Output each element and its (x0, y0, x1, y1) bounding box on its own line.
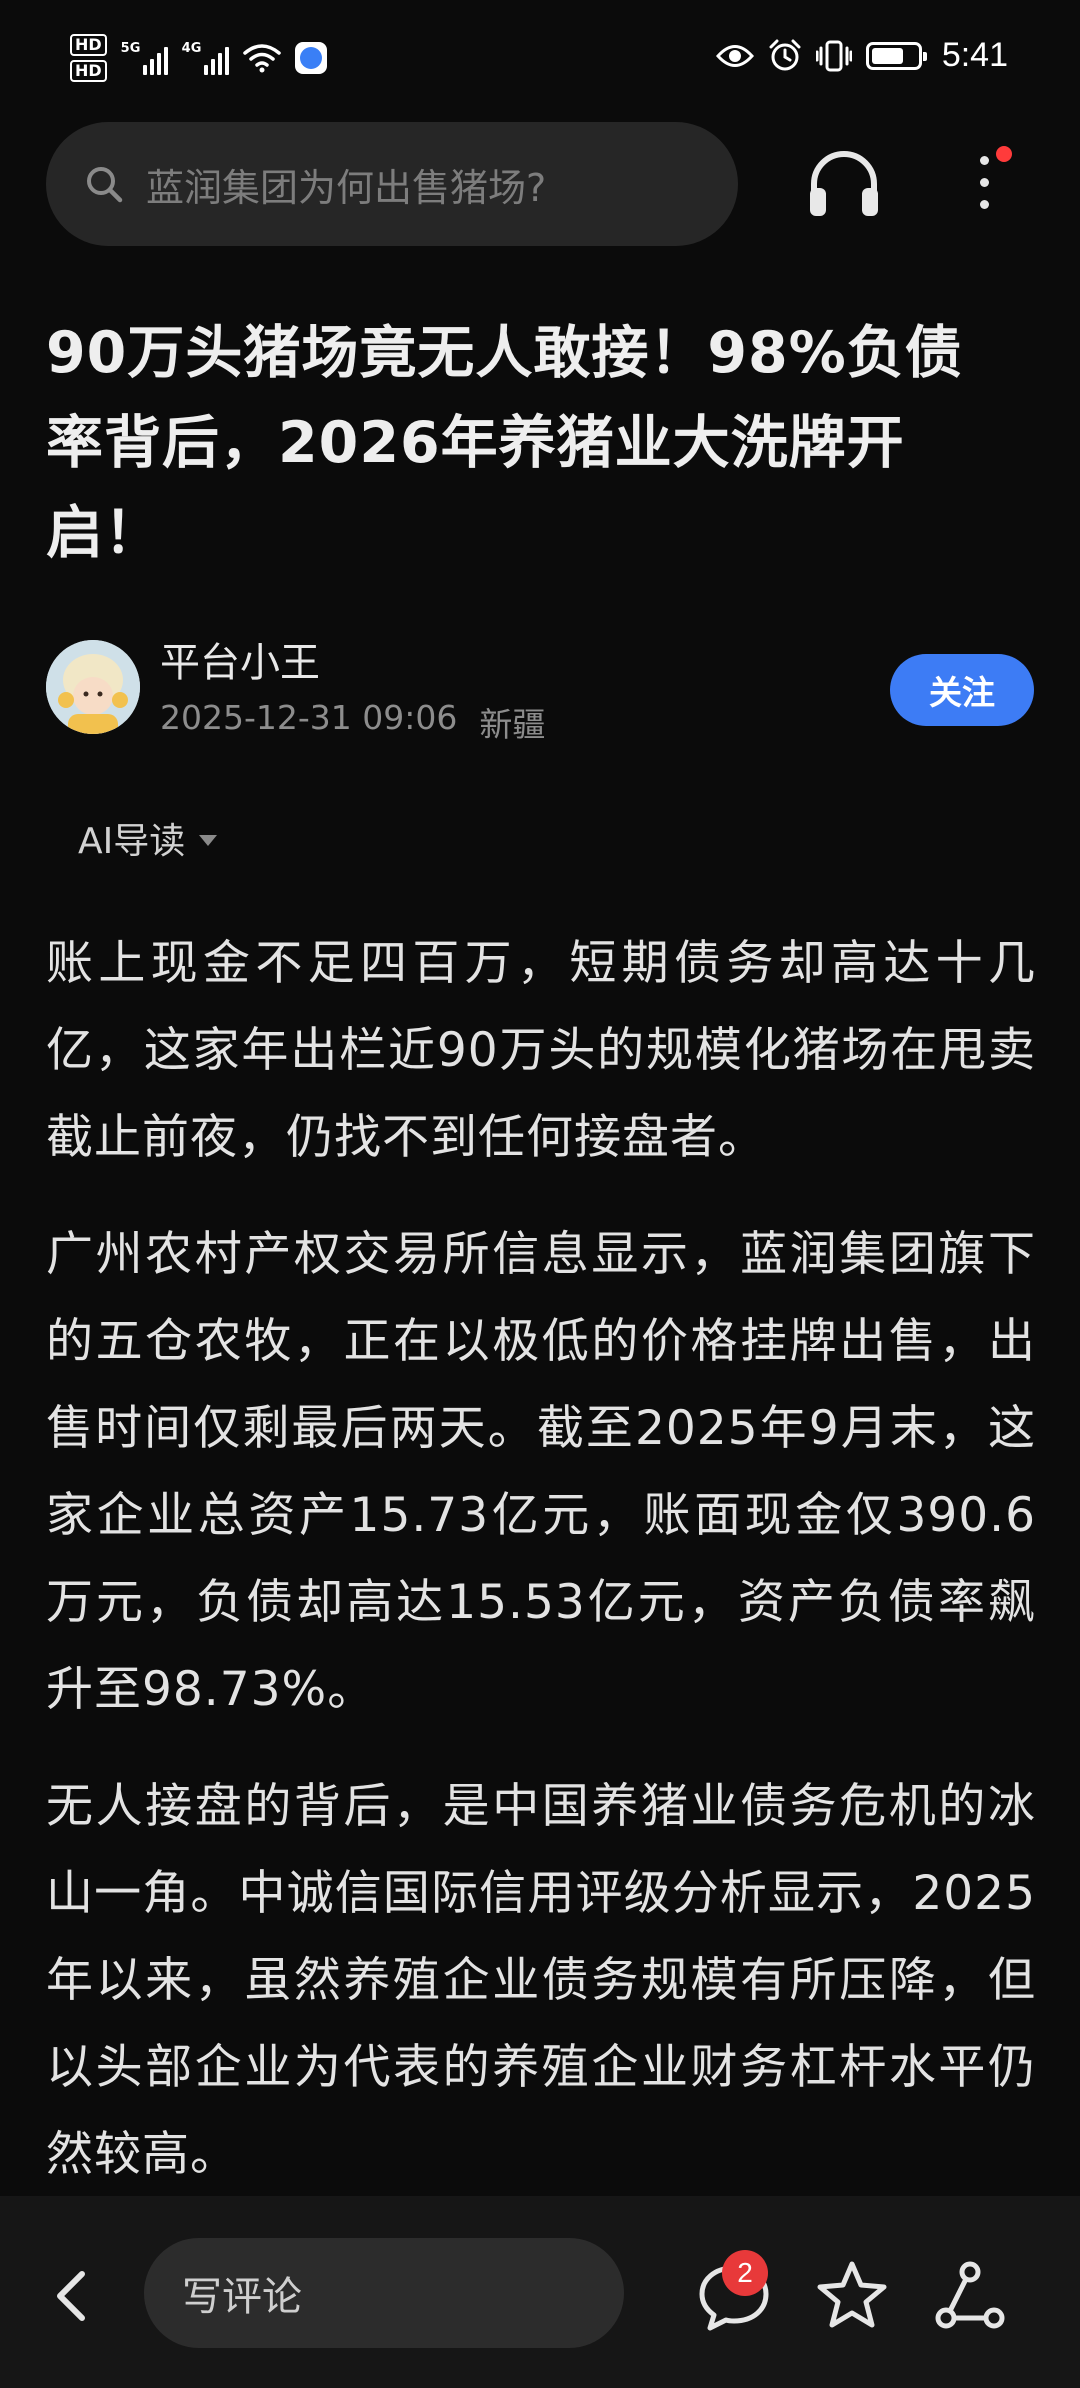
avatar-image (46, 640, 140, 734)
author-meta: 2025-12-31 09:06 新疆 (160, 698, 545, 746)
back-icon[interactable] (48, 2266, 98, 2326)
hd-indicators: HD HD (70, 34, 107, 82)
publish-date: 2025-12-31 09:06 (160, 698, 458, 737)
signal-icon-5g: 5G (121, 41, 168, 75)
headphone-icon[interactable] (804, 148, 884, 220)
article-paragraph: 广州农村产权交易所信息显示，蓝润集团旗下的五仓农牧，正在以极低的价格挂牌出售，出… (46, 1227, 1036, 1717)
hd-badge-2: HD (70, 60, 107, 82)
comment-input[interactable]: 写评论 (144, 2238, 624, 2348)
author-avatar[interactable] (46, 640, 140, 734)
author-name[interactable]: 平台小王 (160, 630, 320, 688)
battery-level (871, 47, 903, 64)
ai-guide-toggle[interactable]: AI导读 (78, 812, 218, 864)
follow-button[interactable]: 关注 (890, 654, 1034, 726)
caret-down-icon (199, 834, 218, 846)
status-time: 5:41 (941, 36, 1008, 74)
network-type-2: 4G (181, 41, 202, 56)
signal-icon-4g: 4G (182, 41, 229, 75)
status-left: HD HD 5G 4G (70, 34, 327, 82)
wifi-icon (242, 44, 281, 73)
article-paragraph: 账上现金不足四百万，短期债务却高达十几亿，这家年出栏近90万头的规模化猪场在甩卖… (46, 936, 1036, 1165)
article-title: 90万头猪场竟无人敢接！98%负债率背后，2026年养猪业大洗牌开启！ (46, 320, 963, 566)
bottom-action-bar: 写评论 2 (0, 2196, 1080, 2388)
share-icon[interactable] (934, 2260, 1006, 2330)
notification-dot (996, 146, 1012, 162)
eye-icon (715, 44, 754, 67)
article-body: 账上现金不足四百万，短期债务却高达十几亿，这家年出栏近90万头的规模化猪场在甩卖… (46, 920, 1036, 2228)
more-icon[interactable] (960, 142, 1012, 222)
network-type-1: 5G (120, 41, 141, 56)
comment-count-badge: 2 (722, 2250, 768, 2296)
browser-app-icon (294, 42, 327, 74)
status-bar: HD HD 5G 4G 5:41 (0, 0, 1080, 120)
comment-placeholder: 写评论 (182, 2274, 302, 2320)
search-placeholder: 蓝润集团为何出售猪场? (146, 165, 547, 210)
vibrate-icon (815, 40, 852, 71)
article-paragraph: 无人接盘的背后，是中国养猪业债务危机的冰山一角。中诚信国际信用评级分析显示，20… (46, 1779, 1036, 2182)
alarm-icon (769, 39, 801, 70)
search-icon (87, 167, 123, 203)
status-right: 5:41 (715, 36, 1008, 75)
ai-guide-label: AI导读 (78, 821, 186, 862)
author-location: 新疆 (479, 705, 546, 744)
battery-icon (865, 41, 927, 70)
star-icon[interactable] (814, 2258, 890, 2330)
search-input[interactable]: 蓝润集团为何出售猪场? (46, 122, 738, 246)
hd-badge-1: HD (70, 34, 107, 56)
